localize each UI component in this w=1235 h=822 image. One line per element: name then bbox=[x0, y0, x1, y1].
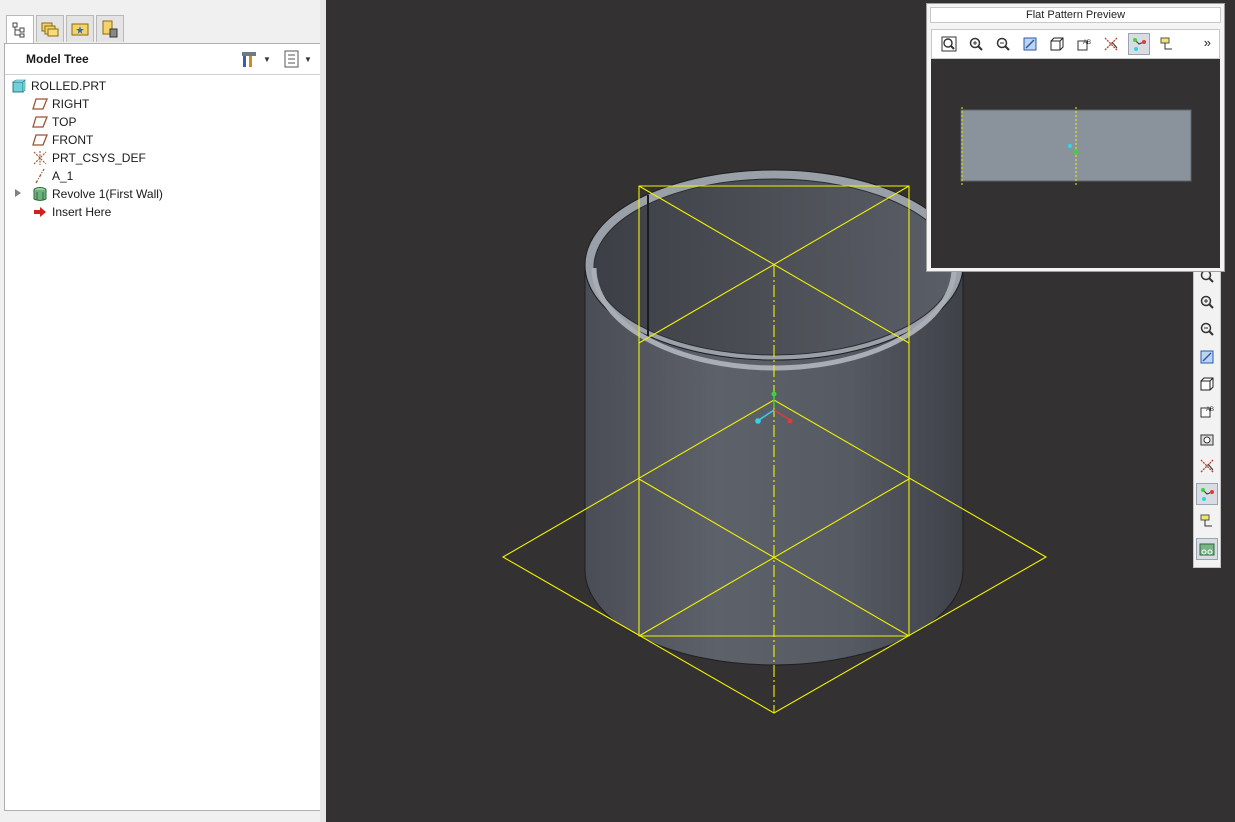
tree-item-front-plane[interactable]: FRONT bbox=[5, 131, 320, 149]
zoom-in-button[interactable] bbox=[1196, 291, 1218, 313]
flat-pattern-preview-button[interactable] bbox=[1196, 538, 1218, 560]
repaint-icon bbox=[1023, 37, 1037, 51]
flat-csys-origin bbox=[1067, 143, 1073, 149]
zoom-in-icon bbox=[1200, 295, 1214, 309]
csys-display-icon bbox=[1201, 488, 1214, 501]
layers-tab-icon bbox=[102, 20, 118, 38]
model-tree-header: Model Tree ▼ ▼ bbox=[5, 44, 320, 75]
model-tree-list: ROLLED.PRT RIGHT TOP FRONT PRT_CSYS_DEF … bbox=[5, 75, 320, 221]
annotation-display-icon bbox=[1160, 37, 1172, 50]
repaint-icon bbox=[1200, 350, 1214, 364]
view-manager-button[interactable] bbox=[1196, 428, 1218, 450]
tree-item-label: FRONT bbox=[52, 133, 94, 147]
tree-show-dropdown-icon[interactable]: ▼ bbox=[304, 55, 312, 64]
model-tree-tab-icon bbox=[12, 22, 25, 38]
preview-display-style-button[interactable] bbox=[1046, 33, 1068, 55]
tree-item-label: TOP bbox=[52, 115, 77, 129]
tree-item-top-plane[interactable]: TOP bbox=[5, 113, 320, 131]
display-style-icon bbox=[1200, 377, 1214, 391]
preview-repaint-button[interactable] bbox=[1019, 33, 1041, 55]
coordinate-system-icon bbox=[32, 150, 48, 166]
saved-orientations-icon: AB bbox=[1200, 407, 1214, 418]
display-style-button[interactable] bbox=[1196, 373, 1218, 395]
preview-saved-orientations-button[interactable]: AB bbox=[1073, 33, 1095, 55]
flat-pattern-drawing bbox=[960, 107, 1192, 185]
flat-pattern-preview-window: Flat Pattern Preview AB » bbox=[926, 3, 1225, 272]
repaint-button[interactable] bbox=[1196, 346, 1218, 368]
display-style-icon bbox=[1050, 37, 1064, 51]
zoom-in-icon bbox=[969, 37, 983, 51]
saved-orientations-button[interactable]: AB bbox=[1196, 400, 1218, 422]
zoom-out-icon bbox=[1200, 322, 1214, 336]
preview-zoom-in-button[interactable] bbox=[965, 33, 987, 55]
tree-item-label: RIGHT bbox=[52, 97, 90, 111]
view-manager-icon bbox=[1200, 434, 1214, 446]
tree-item-insert-here[interactable]: Insert Here bbox=[5, 203, 320, 221]
model-tree-tab[interactable] bbox=[6, 15, 34, 44]
zoom-out-icon bbox=[996, 37, 1010, 51]
insert-here-arrow-icon bbox=[32, 204, 48, 220]
tree-item-label: PRT_CSYS_DEF bbox=[52, 151, 146, 165]
tree-item-right-plane[interactable]: RIGHT bbox=[5, 95, 320, 113]
tree-settings-dropdown-icon[interactable]: ▼ bbox=[263, 55, 271, 64]
annotation-display-button[interactable] bbox=[1196, 510, 1218, 532]
saved-orientations-icon: AB bbox=[1077, 40, 1091, 51]
preview-toolbar: AB » bbox=[931, 29, 1220, 59]
preview-refit-button[interactable] bbox=[938, 33, 960, 55]
view-toolbar: AB bbox=[1193, 262, 1221, 568]
svg-text:AB: AB bbox=[1206, 407, 1214, 413]
preview-datum-display-button[interactable] bbox=[1100, 33, 1122, 55]
annotation-display-icon bbox=[1200, 514, 1212, 527]
datum-display-icon bbox=[1104, 37, 1118, 51]
datum-plane-icon bbox=[32, 96, 48, 112]
tree-item-label: Revolve 1(First Wall) bbox=[52, 187, 163, 201]
layers-tab[interactable] bbox=[96, 15, 124, 42]
part-icon bbox=[11, 78, 27, 94]
flat-pattern-canvas[interactable] bbox=[931, 59, 1220, 268]
tree-item-label: ROLLED.PRT bbox=[31, 79, 107, 93]
tree-item-axis[interactable]: A_1 bbox=[5, 167, 320, 185]
model-tree-panel: Model Tree ▼ ▼ ROLLED.PRT RIGHT TOP FRON… bbox=[4, 43, 321, 811]
tree-item-label: A_1 bbox=[52, 169, 74, 183]
preview-zoom-out-button[interactable] bbox=[992, 33, 1014, 55]
tree-show-icon bbox=[284, 50, 299, 68]
preview-more-tools-button[interactable]: » bbox=[1204, 35, 1211, 50]
tree-item-label: Insert Here bbox=[52, 205, 112, 219]
refit-icon bbox=[941, 36, 957, 52]
folder-browser-tab-icon bbox=[41, 22, 59, 37]
datum-display-icon bbox=[1200, 459, 1214, 473]
navigator-panel: Model Tree ▼ ▼ ROLLED.PRT RIGHT TOP FRON… bbox=[0, 0, 326, 822]
datum-display-button[interactable] bbox=[1196, 455, 1218, 477]
model-tree-title: Model Tree bbox=[26, 52, 89, 66]
tree-show-button[interactable]: ▼ bbox=[284, 49, 312, 69]
preview-csys-display-button[interactable] bbox=[1128, 33, 1150, 55]
preview-title: Flat Pattern Preview bbox=[930, 7, 1221, 23]
preview-annotation-display-button[interactable] bbox=[1156, 33, 1178, 55]
flat-pattern-preview-icon bbox=[1199, 543, 1215, 556]
tree-item-part[interactable]: ROLLED.PRT bbox=[5, 77, 320, 95]
tree-settings-button[interactable]: ▼ bbox=[239, 49, 271, 69]
svg-text:AB: AB bbox=[1083, 40, 1091, 46]
tree-settings-icon bbox=[242, 52, 256, 67]
expand-arrow-icon[interactable] bbox=[15, 189, 21, 197]
zoom-out-button[interactable] bbox=[1196, 318, 1218, 340]
datum-axis-icon bbox=[32, 168, 48, 184]
revolve-wall-icon bbox=[32, 186, 48, 202]
navigator-tabs bbox=[6, 15, 126, 44]
tree-item-csys[interactable]: PRT_CSYS_DEF bbox=[5, 149, 320, 167]
datum-plane-icon bbox=[32, 132, 48, 148]
favorites-tab-icon bbox=[71, 23, 89, 36]
datum-plane-icon bbox=[32, 114, 48, 130]
favorites-tab[interactable] bbox=[66, 15, 94, 42]
tree-item-revolve[interactable]: Revolve 1(First Wall) bbox=[5, 185, 320, 203]
csys-display-icon bbox=[1133, 38, 1146, 51]
folder-browser-tab[interactable] bbox=[36, 15, 64, 42]
csys-display-button[interactable] bbox=[1196, 483, 1218, 505]
